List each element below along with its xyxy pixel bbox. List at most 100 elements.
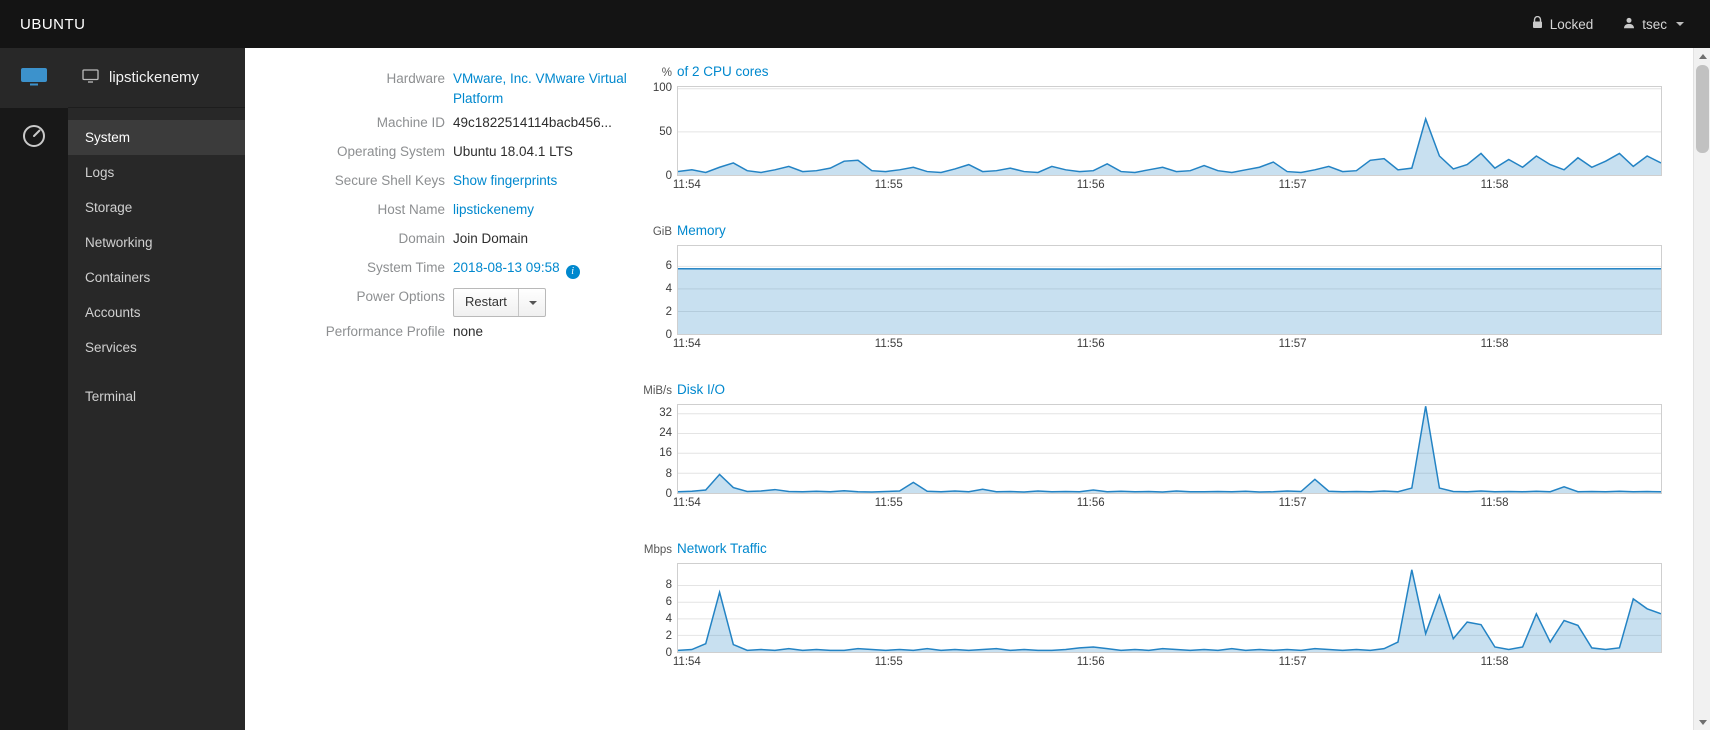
detail-label: Domain [398,231,445,247]
x-tick-label: 11:58 [1480,338,1509,350]
scrollbar-thumb[interactable] [1696,65,1709,153]
y-tick-label: 0 [665,329,672,341]
power-options-dropdown[interactable] [519,289,545,316]
detail-value-link[interactable]: VMware, Inc. VMware Virtual Platform [453,71,627,106]
rail-dashboard-tile[interactable] [0,108,68,168]
x-tick-label: 11:54 [672,338,701,350]
y-tick-label: 8 [665,467,672,480]
chart-title-link[interactable]: Network Traffic [677,541,767,556]
x-tick-label: 11:55 [874,656,903,668]
detail-value-link[interactable]: Show fingerprints [453,173,557,188]
y-tick-label: 0 [665,170,672,182]
detail-value-link[interactable]: 2018-08-13 09:58 [453,260,560,275]
charts: % of 2 CPU cores 0 50 100 11:54 11:55 11:56 11:5… [643,64,1662,730]
detail-row-system-time: System Time 2018-08-13 09:58 i [290,253,643,282]
chevron-down-icon [1676,22,1684,26]
y-tick-label: 6 [665,259,672,272]
sidebar-item-system[interactable]: System [68,120,245,155]
server-icon [19,64,49,93]
chart-title-link[interactable]: of 2 CPU cores [677,64,769,79]
y-tick-label: 0 [665,488,672,500]
y-tick-label: 6 [665,596,672,609]
system-details: Hardware VMware, Inc. VMware Virtual Plat… [290,64,643,730]
lock-icon [1532,15,1543,32]
chart-svg-network [678,564,1661,652]
chart-network: Mbps Network Traffic 0 2 4 6 8 11:54 11:55 11:56 1… [643,541,1662,669]
detail-row-machine-id: Machine ID 49c1822514114bacb456... [290,108,643,137]
chart-header: % of 2 CPU cores [643,64,1662,82]
x-tick-label: 11:56 [1076,656,1105,668]
main-content: Hardware VMware, Inc. VMware Virtual Plat… [245,48,1710,730]
x-tick-label: 11:58 [1480,656,1509,668]
detail-row-hardware: Hardware VMware, Inc. VMware Virtual Plat… [290,64,643,108]
y-tick-label: 2 [665,630,672,643]
sidebar-item-networking[interactable]: Networking [68,225,245,260]
x-tick-label: 11:55 [874,338,903,350]
x-tick-label: 11:58 [1480,179,1509,191]
y-tick-label: 24 [659,427,672,440]
detail-label: System Time [366,260,445,276]
locked-indicator[interactable]: Locked [1532,15,1594,32]
detail-value-link[interactable]: lipstickenemy [453,202,534,217]
user-icon [1623,17,1635,32]
chart-plot-cpu[interactable] [677,86,1662,176]
topbar-right: Locked tsec [1532,15,1684,32]
user-menu[interactable]: tsec [1623,17,1684,32]
sidebar-item-terminal[interactable]: Terminal [68,379,245,414]
chart-x-axis: 11:54 11:55 11:56 11:57 11:58 [673,176,1662,192]
chart-plot-network[interactable] [677,563,1662,653]
sidebar-item-accounts[interactable]: Accounts [68,295,245,330]
host-header[interactable]: lipstickenemy [68,48,245,108]
scrollbar-up-arrow[interactable] [1694,48,1710,64]
detail-row-host-name: Host Name lipstickenemy [290,195,643,224]
x-tick-label: 11:57 [1278,656,1307,668]
locked-label: Locked [1549,16,1594,32]
chart-svg-disk [678,405,1661,493]
sidebar-item-storage[interactable]: Storage [68,190,245,225]
sidebar-item-services[interactable]: Services [68,330,245,365]
detail-row-domain: Domain Join Domain [290,224,643,253]
chart-unit-label: MiB/s [643,385,672,397]
y-tick-label: 50 [659,125,672,138]
scrollbar [1693,48,1710,730]
x-tick-label: 11:55 [874,497,903,509]
detail-value: Show fingerprints [453,166,643,195]
chart-unit-label: Mbps [643,544,672,556]
detail-value: none [453,323,484,339]
scrollbar-down-arrow[interactable] [1694,714,1710,730]
x-tick-label: 11:54 [672,179,701,191]
detail-value: Ubuntu 18.04.1 LTS [453,144,573,160]
chevron-down-icon [528,300,537,305]
y-tick-label: 8 [665,579,672,592]
rail-machine-tile[interactable] [0,48,68,108]
chart-title-link[interactable]: Disk I/O [677,382,725,397]
chart-header: GiB Memory [643,223,1662,241]
chart-title-link[interactable]: Memory [677,223,726,238]
chart-unit-label: % [661,67,672,79]
x-tick-label: 11:57 [1278,497,1307,509]
detail-label: Host Name [377,202,445,218]
y-tick-label: 0 [665,647,672,659]
detail-value: Join Domain [453,231,529,247]
sidebar-item-containers[interactable]: Containers [68,260,245,295]
detail-row-secure-shell-keys: Secure Shell Keys Show fingerprints [290,166,643,195]
chart-y-axis: 0 2 4 6 [643,245,677,341]
detail-label: Machine ID [376,115,445,131]
detail-label: Performance Profile [325,323,445,339]
y-tick-label: 4 [665,282,672,295]
chart-x-axis: 11:54 11:55 11:56 11:57 11:58 [673,494,1662,510]
app-body: lipstickenemy System Logs Storage Networkin… [0,48,1710,730]
chart-plot-memory[interactable] [677,245,1662,335]
info-icon[interactable]: i [565,265,580,280]
chart-body: 0 2 4 6 [643,245,1662,341]
chart-cpu: % of 2 CPU cores 0 50 100 11:54 11:55 11:56 11:5… [643,64,1662,192]
x-tick-label: 11:56 [1076,338,1105,350]
sidebar-item-logs[interactable]: Logs [68,155,245,190]
chart-unit-label: GiB [652,226,672,238]
restart-button[interactable]: Restart [454,289,519,316]
user-label: tsec [1642,16,1667,32]
chart-plot-disk[interactable] [677,404,1662,494]
chart-body: 0 8 16 24 32 [643,404,1662,500]
sidebar-menu: System Logs Storage Networking Containers Acc… [68,108,245,365]
detail-label: Secure Shell Keys [334,173,445,189]
